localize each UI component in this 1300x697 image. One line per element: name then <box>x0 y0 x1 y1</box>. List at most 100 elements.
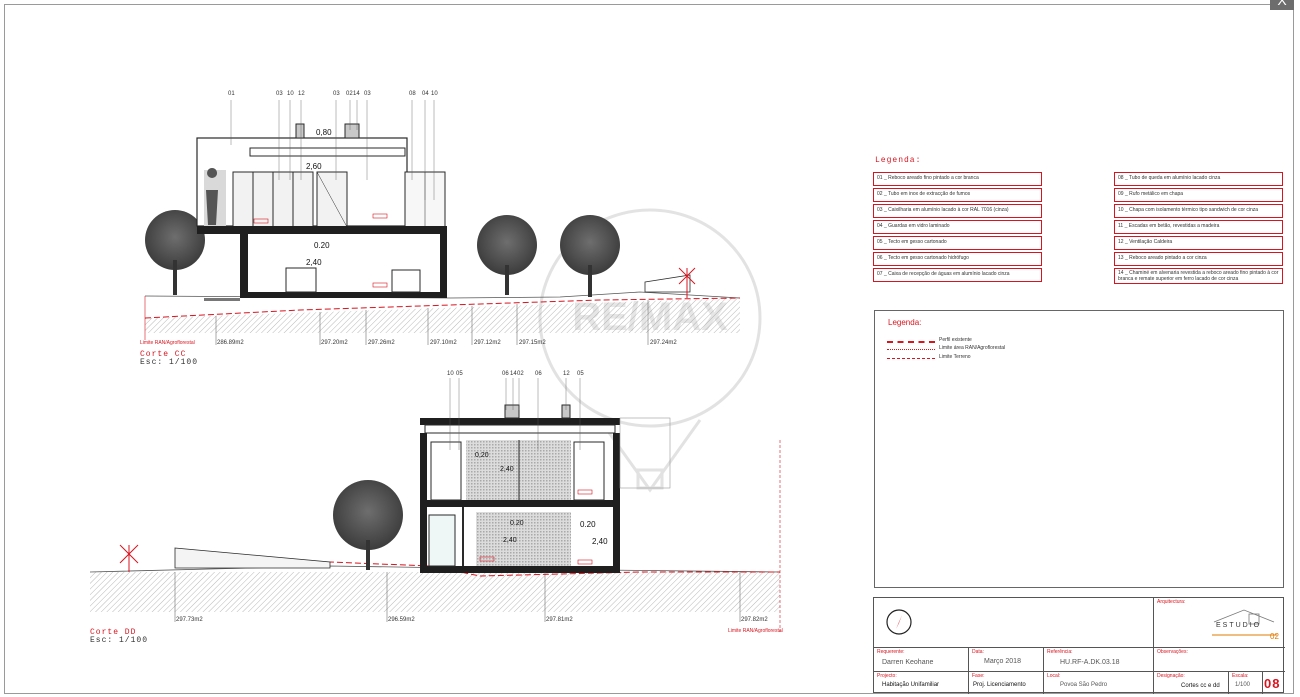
projecto-label: Projecto: <box>877 673 897 679</box>
fase-label: Fase: <box>972 673 985 679</box>
line-legend-text: Limite área RAN/Agroflorestal <box>939 345 1006 351</box>
callout-dd-8: 05 <box>577 371 584 377</box>
callout-cc-9: 08 <box>409 91 416 97</box>
referencia-value: HU.RF-A.DK.03.18 <box>1060 659 1120 666</box>
referencia-label: Referência: <box>1047 649 1073 655</box>
referencia-cell: Referência: HU.RF-A.DK.03.18 <box>1044 648 1154 672</box>
callout-dd-4: 14 <box>510 371 517 377</box>
legend-left-column: 01 _ Reboco areado fino pintado a cor br… <box>873 172 1042 284</box>
line-legend-box: Legenda: Perfil existente Limite área RA… <box>874 310 1284 588</box>
section-dd-scale: Esc: 1/100 <box>90 636 149 645</box>
callout-cc-11: 10 <box>431 91 438 97</box>
fase-value: Proj. Licenciamento <box>973 682 1026 688</box>
observacoes-cell: Observações: <box>1154 648 1285 672</box>
local-value: Povoa São Pedro <box>1060 682 1108 688</box>
requerente-label: Requerente: <box>877 649 905 655</box>
tree-icon <box>145 210 205 295</box>
arquitectura-label: Arquitectura: <box>1157 599 1186 605</box>
line-legend-title: Legenda: <box>888 318 922 327</box>
dim-dd-6: 2,40 <box>592 537 608 546</box>
legend-item: 10 _ Chapa com isolamento térmico tipo s… <box>1114 204 1283 218</box>
line-legend-item: Limite Terreno <box>887 354 1087 362</box>
section-dd <box>89 378 781 632</box>
legend-item: 07 _ Caixa de recepção de águas em alumí… <box>873 268 1042 282</box>
level-cc-6: 297.15m2 <box>519 340 546 346</box>
dim-cc-4: 2,40 <box>306 258 322 267</box>
requerente-cell: Requerente: Darren Keohane <box>874 648 969 672</box>
escala-value: 1/100 <box>1235 682 1251 688</box>
local-label: Local: <box>1047 673 1061 679</box>
dim-dd-2: 2,40 <box>500 466 514 473</box>
dim-dd-4: 2,40 <box>503 537 517 544</box>
studio-number: 02 <box>1270 632 1279 641</box>
legend-item: 12 _ Ventilação Caldeira <box>1114 236 1283 250</box>
section-cc <box>144 100 741 345</box>
level-cc-7: 297.24m2 <box>650 340 677 346</box>
limit-x-icon <box>119 544 139 572</box>
data-value: Março 2018 <box>984 658 1021 665</box>
callout-dd-2: 05 <box>456 371 463 377</box>
legend-item: 04 _ Guardas em vidro laminado <box>873 220 1042 234</box>
legend-item: 06 _ Tecto em gesso cartonado hidrófugo <box>873 252 1042 266</box>
fase-cell: Fase: Proj. Licenciamento <box>969 672 1044 694</box>
local-cell: Local: Povoa São Pedro <box>1044 672 1154 694</box>
tree-icon <box>477 215 537 295</box>
level-cc-5: 297.12m2 <box>474 340 501 346</box>
legend-item: 03 _ Caixilharia em alumínio lacado à co… <box>873 204 1042 218</box>
tree-icon <box>333 480 403 570</box>
escala-cell: Escala: 1/100 <box>1229 672 1263 694</box>
designacao-value: Cortes cc e dd <box>1181 683 1220 689</box>
callout-cc-7: 14 <box>353 91 360 97</box>
callout-dd-7: 12 <box>563 371 570 377</box>
legend-item: 08 _ Tubo de queda em alumínio lacado ci… <box>1114 172 1283 186</box>
level-cc-4: 297.10m2 <box>430 340 457 346</box>
line-legend-item: Limite área RAN/Agroflorestal <box>887 345 1087 353</box>
dim-cc-1: 0,80 <box>316 128 332 137</box>
legend-right-column: 08 _ Tubo de queda em alumínio lacado ci… <box>1114 172 1283 286</box>
callout-dd-3: 06 <box>502 371 509 377</box>
dim-dd-3: 0.20 <box>510 520 524 527</box>
callout-cc-3: 10 <box>287 91 294 97</box>
callout-cc-5: 03 <box>333 91 340 97</box>
projecto-cell: Projecto: Habitação Unifamiliar <box>874 672 969 694</box>
legend-item: 13 _ Reboco areado pintado a cor cinza <box>1114 252 1283 266</box>
observacoes-label: Observações: <box>1157 649 1188 655</box>
level-dd-1: 297.73m2 <box>176 617 203 623</box>
level-dd-4: 297.82m2 <box>741 617 768 623</box>
tree-icon <box>560 215 620 297</box>
callout-dd-5: 02 <box>517 371 524 377</box>
title-block: Arquitectura: ESTUDIO 02 Requerente: Dar… <box>873 597 1285 694</box>
designacao-cell: Designação: Cortes cc e dd <box>1154 672 1229 694</box>
projecto-value: Habitação Unifamiliar <box>882 682 940 688</box>
legend-title: Legenda: <box>875 156 922 165</box>
level-cc-2: 297.20m2 <box>321 340 348 346</box>
line-legend-text: Perfil existente <box>939 337 972 343</box>
level-dd-2: 296.59m2 <box>388 617 415 623</box>
level-cc-1: 286.89m2 <box>217 340 244 346</box>
data-cell: Data: Março 2018 <box>969 648 1044 672</box>
studio-name: ESTUDIO <box>1216 622 1262 629</box>
designacao-label: Designação: <box>1157 673 1185 679</box>
callout-cc-8: 03 <box>364 91 371 97</box>
dim-dd-5: 0.20 <box>580 520 596 529</box>
line-legend-text: Limite Terreno <box>939 354 971 360</box>
callout-cc-6: 02 <box>346 91 353 97</box>
legend-item: 11 _ Escadas em betão, revestidas a made… <box>1114 220 1283 234</box>
dim-cc-3: 0.20 <box>314 241 330 250</box>
data-label: Data: <box>972 649 984 655</box>
line-legend-item: Perfil existente <box>887 337 1087 345</box>
callout-cc-10: 04 <box>422 91 429 97</box>
section-cc-scale: Esc: 1/100 <box>140 358 199 367</box>
requerente-value: Darren Keohane <box>882 659 934 666</box>
dim-cc-2: 2,60 <box>306 162 322 171</box>
callout-dd-6: 06 <box>535 371 542 377</box>
callout-cc-4: 12 <box>298 91 305 97</box>
level-cc-3: 297.26m2 <box>368 340 395 346</box>
sheet-number: 08 <box>1264 676 1281 691</box>
callout-cc-2: 03 <box>276 91 283 97</box>
legend-item: 09 _ Rufo metálico em chapa <box>1114 188 1283 202</box>
north-arrow-icon <box>886 609 912 635</box>
limit-label-cc: Limite RAN/Agroflorestal <box>140 340 195 346</box>
callout-cc-1: 01 <box>228 91 235 97</box>
north-cell <box>874 598 1154 648</box>
